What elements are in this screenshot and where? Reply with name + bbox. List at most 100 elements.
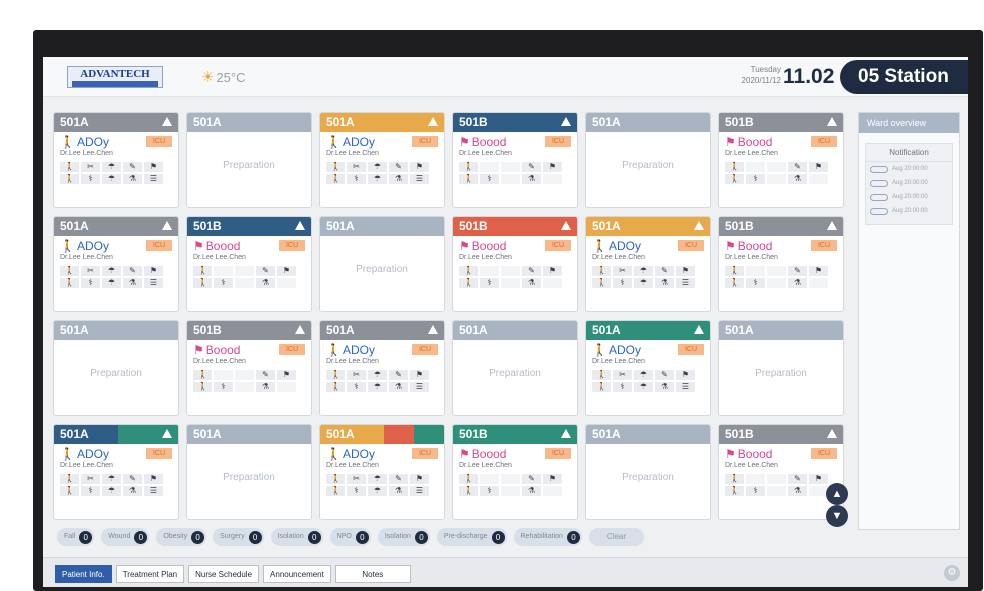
notification-item[interactable]: Aug 20:00:00 (866, 204, 952, 218)
room-card[interactable]: 501A Preparation (186, 112, 312, 208)
room-card[interactable]: 501A 🚶 ADOy ICU Dr.Lee Lee.Chen 🚶 ✂ ☂ ✎ ⚑ 🚶 ⚕ ☂ ⚗ ☰ (585, 216, 711, 312)
room-card[interactable]: 501A Preparation (452, 320, 578, 416)
patient-name[interactable]: 🚶 ADOy ICU (54, 444, 178, 462)
care-flag-icon: 🚶 (326, 382, 345, 392)
doctor-names: Dr.Lee Lee.Chen (592, 358, 645, 365)
warning-icon[interactable] (694, 325, 704, 334)
room-card[interactable]: 501A 🚶 ADOy ICU Dr.Lee Lee.Chen 🚶 ✂ ☂ ✎ ⚑ 🚶 ⚕ ☂ ⚗ ☰ (53, 424, 179, 520)
care-flag-icon: 🚶 (592, 382, 611, 392)
clear-filters-button[interactable]: Clear (588, 528, 645, 546)
patient-name[interactable]: 🚶 ADOy ICU (320, 340, 444, 358)
station-badge[interactable]: 05 Station (840, 60, 968, 94)
room-card[interactable]: 501B⚑BooodICUDr.Lee Lee.Chen🚶✂☂✎⚑🚶⚕☂⚗☰ (186, 216, 312, 312)
room-card[interactable]: 501B⚑BooodICUDr.Lee Lee.Chen🚶✂☂✎⚑🚶⚕☂⚗☰ (718, 216, 844, 312)
warning-icon[interactable] (295, 221, 305, 230)
room-card[interactable]: 501A 🚶 ADOy ICU Dr.Lee Lee.Chen 🚶 ✂ ☂ ✎ ⚑ 🚶 ⚕ ☂ ⚗ ☰ (585, 320, 711, 416)
room-card[interactable]: 501B⚑BooodICUDr.Lee Lee.Chen🚶✂☂✎⚑🚶⚕☂⚗☰ (452, 216, 578, 312)
tab-treatment-plan[interactable]: Treatment Plan (115, 565, 185, 583)
tab-announcement[interactable]: Announcement (263, 565, 331, 583)
filter-count: 0 (566, 530, 580, 544)
care-flag-icon: 🚶 (459, 174, 478, 184)
patient-name[interactable]: ⚑ Boood ICU (187, 340, 311, 358)
warning-icon[interactable] (428, 325, 438, 334)
walking-person-icon: 🚶 (326, 447, 341, 461)
patient-name-text: ADOy (76, 447, 109, 461)
filter-chip[interactable]: Rehabilitation 0 (513, 528, 582, 546)
top-header: ADVANTECH ☀ 25°C Tuesday 2020/11/12 11.02… (43, 57, 968, 97)
patient-name[interactable]: 🚶 ADOy ICU (320, 444, 444, 462)
warning-icon[interactable] (561, 221, 571, 230)
notification-text: Aug 20:00:00 (892, 166, 928, 172)
patient-name[interactable]: 🚶 ADOy ICU (586, 236, 710, 254)
patient-name[interactable]: ⚑ Boood ICU (719, 236, 843, 254)
patient-name[interactable]: ⚑ Boood ICU (719, 444, 843, 462)
patient-name[interactable]: 🚶 ADOy ICU (54, 132, 178, 150)
scroll-down-icon[interactable]: ▼ (826, 505, 848, 527)
warning-icon[interactable] (295, 325, 305, 334)
room-card[interactable]: 501A 🚶 ADOy ICU Dr.Lee Lee.Chen 🚶 ✂ ☂ ✎ ⚑ 🚶 ⚕ ☂ ⚗ ☰ (53, 112, 179, 208)
filter-chip[interactable]: Surgery 0 (213, 528, 264, 546)
filter-chip[interactable]: NPO 0 (329, 528, 371, 546)
patient-name[interactable]: 🚶 ADOy ICU (586, 340, 710, 358)
walking-person-icon: 🚶 (60, 447, 75, 461)
filter-chip[interactable]: Isolation 0 (377, 528, 430, 546)
patient-name[interactable]: ⚑ Boood ICU (453, 444, 577, 462)
room-card[interactable]: 501B⚑BooodICUDr.Lee Lee.Chen🚶✂☂✎⚑🚶⚕☂⚗☰ (718, 112, 844, 208)
room-card[interactable]: 501A Preparation (319, 216, 445, 312)
care-icon-row: 🚶⚕☂⚗☰ (60, 174, 178, 184)
warning-icon[interactable] (162, 117, 172, 126)
room-card[interactable]: 501A Preparation (718, 320, 844, 416)
room-card[interactable]: 501B⚑BooodICUDr.Lee Lee.Chen🚶✂☂✎⚑🚶⚕☂⚗☰ (452, 424, 578, 520)
warning-icon[interactable] (162, 221, 172, 230)
room-card[interactable]: 501A 🚶 ADOy ICU Dr.Lee Lee.Chen 🚶 ✂ ☂ ✎ ⚑ 🚶 ⚕ ☂ ⚗ ☰ (319, 320, 445, 416)
scroll-up-icon[interactable]: ▲ (826, 483, 848, 505)
care-flag-icon: ⚑ (543, 266, 562, 276)
filter-label: Pre-discharge (443, 533, 488, 540)
care-flag-icon: ✂ (480, 474, 499, 484)
notification-item[interactable]: Aug 20:00:00 (866, 190, 952, 204)
notification-item[interactable]: Aug 20:00:00 (866, 176, 952, 190)
room-card[interactable]: 501A Preparation (186, 424, 312, 520)
room-card[interactable]: 501A 🚶 ADOy ICU Dr.Lee Lee.Chen 🚶 ✂ ☂ ✎ ⚑ 🚶 ⚕ ☂ ⚗ ☰ (319, 112, 445, 208)
care-flag-icon: ☂ (501, 266, 520, 276)
tab-notes[interactable]: Notes (334, 565, 411, 583)
room-card[interactable]: 501B⚑BooodICUDr.Lee Lee.Chen🚶✂☂✎⚑🚶⚕☂⚗☰ (452, 112, 578, 208)
patient-name[interactable]: ⚑ Boood ICU (453, 132, 577, 150)
warning-icon[interactable] (428, 117, 438, 126)
room-number: 501B (459, 115, 488, 129)
room-card[interactable]: 501B⚑BooodICUDr.Lee Lee.Chen🚶✂☂✎⚑🚶⚕☂⚗☰ (718, 424, 844, 520)
warning-icon[interactable] (827, 221, 837, 230)
room-header: 501A (320, 321, 444, 340)
patient-name-text: Boood (737, 135, 773, 149)
ward-overview-title[interactable]: Ward overview (859, 113, 959, 133)
patient-name[interactable]: 🚶 ADOy ICU (54, 236, 178, 254)
room-card[interactable]: 501A Preparation (585, 424, 711, 520)
room-card[interactable]: 501A Preparation (585, 112, 711, 208)
patient-name[interactable]: 🚶 ADOy ICU (320, 132, 444, 150)
settings-gear-icon[interactable]: ⚙ (944, 565, 960, 581)
patient-name[interactable]: ⚑ Boood ICU (187, 236, 311, 254)
patient-name[interactable]: ⚑ Boood ICU (453, 236, 577, 254)
filter-chip[interactable]: Obesity 0 (156, 528, 207, 546)
filter-chip[interactable]: Wound 0 (101, 528, 150, 546)
room-card[interactable]: 501A 🚶 ADOy ICU Dr.Lee Lee.Chen 🚶 ✂ ☂ ✎ ⚑ 🚶 ⚕ ☂ ⚗ ☰ (319, 424, 445, 520)
room-header: 501B (453, 425, 577, 444)
warning-icon[interactable] (162, 429, 172, 438)
warning-icon[interactable] (827, 117, 837, 126)
warning-icon[interactable] (561, 117, 571, 126)
filter-chip[interactable]: Isolation 0 (270, 528, 323, 546)
room-card[interactable]: 501A 🚶 ADOy ICU Dr.Lee Lee.Chen 🚶 ✂ ☂ ✎ ⚑ 🚶 ⚕ ☂ ⚗ ☰ (53, 216, 179, 312)
room-card[interactable]: 501A Preparation (53, 320, 179, 416)
warning-icon[interactable] (561, 429, 571, 438)
filter-chip[interactable]: Pre-discharge 0 (436, 528, 507, 546)
tab-patient-info[interactable]: Patient Info. (55, 565, 112, 583)
tab-nurse-schedule[interactable]: Nurse Schedule (188, 565, 260, 583)
care-icon-row: 🚶✂☂✎⚑ (459, 266, 577, 276)
warning-icon[interactable] (694, 221, 704, 230)
notification-item[interactable]: Aug 20:00:00 (866, 162, 952, 176)
warning-icon[interactable] (827, 429, 837, 438)
care-flag-icon: ⚗ (123, 278, 142, 288)
patient-name[interactable]: ⚑ Boood ICU (719, 132, 843, 150)
filter-chip[interactable]: Fall 0 (57, 528, 95, 546)
room-card[interactable]: 501B⚑BooodICUDr.Lee Lee.Chen🚶✂☂✎⚑🚶⚕☂⚗☰ (186, 320, 312, 416)
